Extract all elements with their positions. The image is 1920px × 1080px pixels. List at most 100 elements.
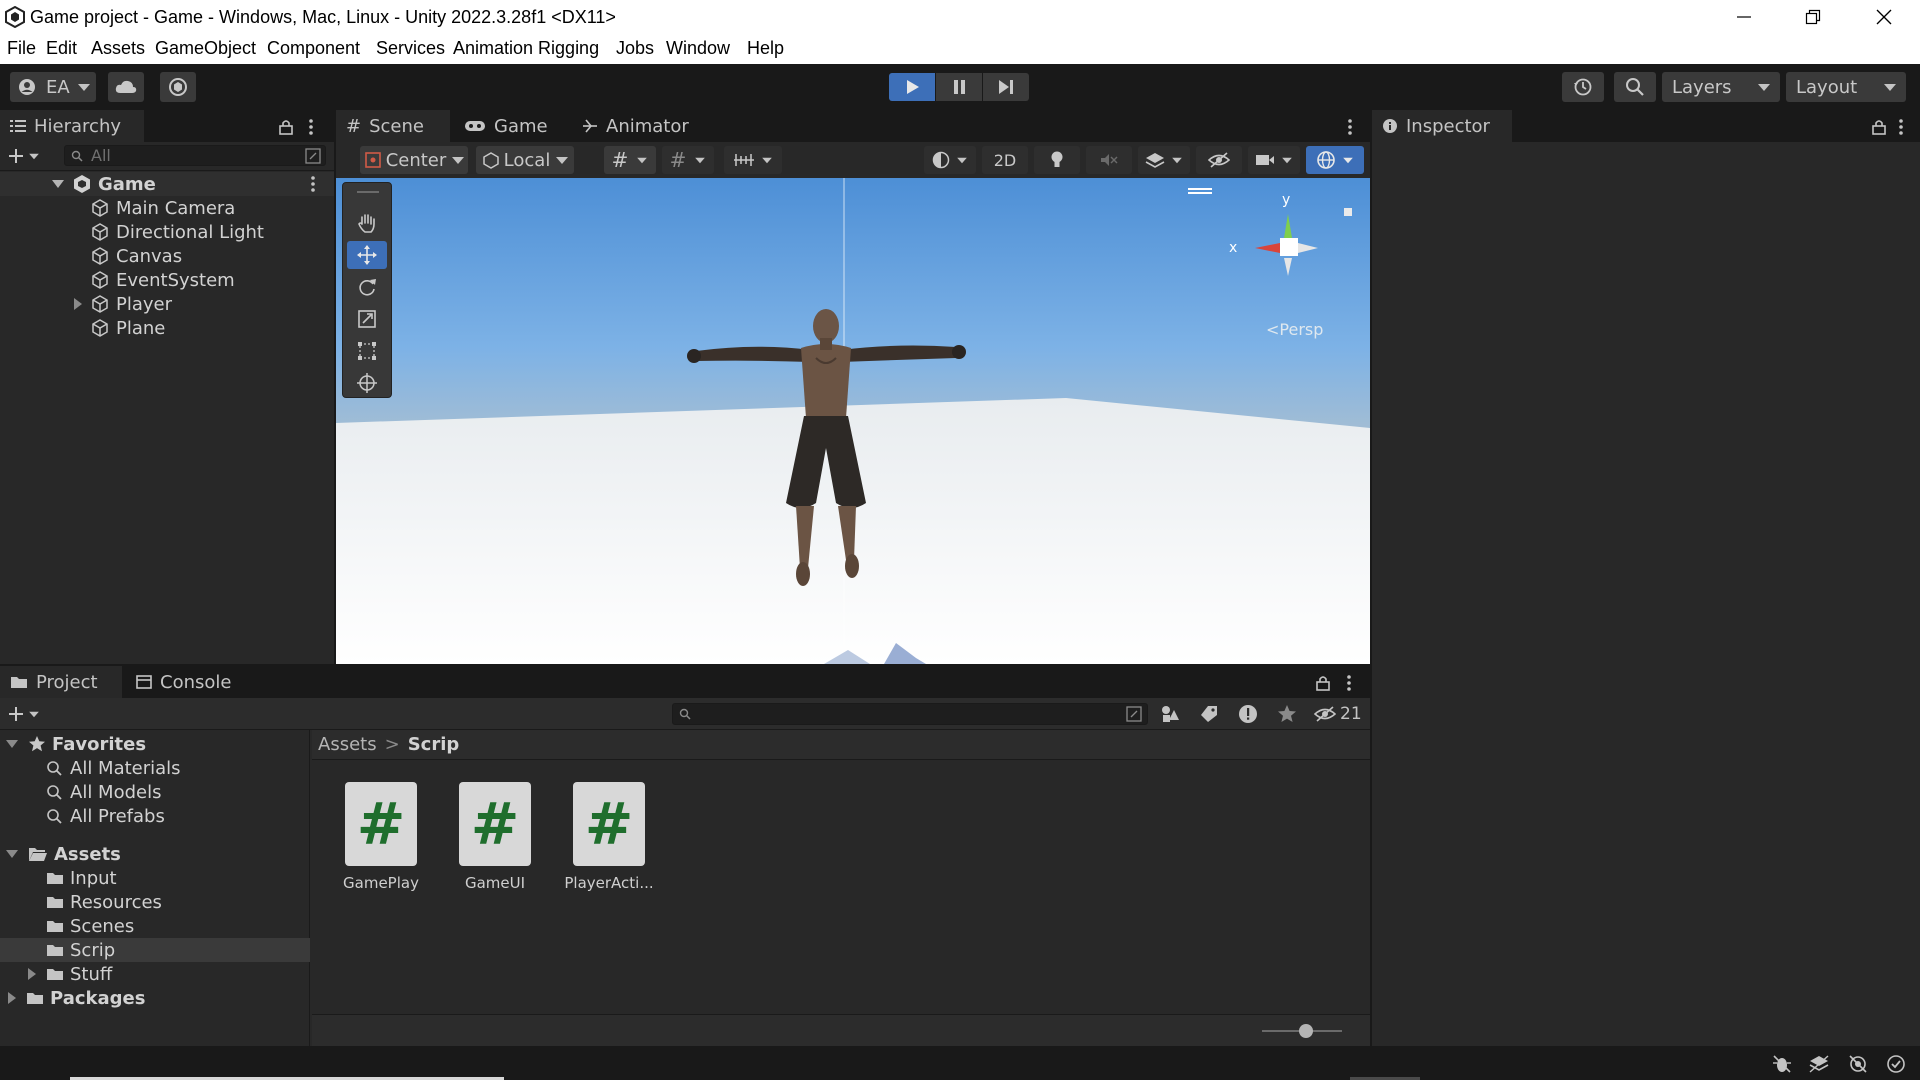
undo-history-button[interactable] — [1562, 72, 1604, 102]
warning-circle-icon[interactable] — [1238, 704, 1258, 724]
play-button[interactable] — [889, 73, 935, 101]
hierarchy-item[interactable]: Main Camera — [0, 196, 334, 220]
breadcrumb-current[interactable]: Scrip — [408, 734, 460, 755]
asset-folder-selected[interactable]: Scrip — [0, 938, 310, 962]
pause-button[interactable] — [936, 73, 982, 101]
project-create-dropdown[interactable] — [8, 704, 44, 724]
rotate-tool-button[interactable] — [347, 273, 387, 301]
hierarchy-item[interactable]: Canvas — [0, 244, 334, 268]
more-options-icon[interactable] — [1898, 119, 1904, 135]
layout-dropdown[interactable]: Layout — [1786, 72, 1906, 102]
expand-arrow-icon[interactable] — [28, 968, 36, 980]
pivot-mode-dropdown[interactable]: Center — [360, 146, 468, 174]
asset-folder[interactable]: Scenes — [46, 914, 134, 938]
audio-toggle[interactable] — [1086, 146, 1132, 174]
script-asset[interactable]: # PlayerActi... — [554, 782, 664, 892]
tab-console[interactable]: Console — [126, 666, 256, 698]
menu-component[interactable]: Component — [267, 38, 360, 59]
cache-server-icon[interactable] — [1808, 1054, 1830, 1074]
scale-tool-button[interactable] — [347, 305, 387, 333]
orientation-gizmo[interactable] — [1218, 200, 1358, 290]
gizmo-drag-handle[interactable] — [1188, 188, 1212, 196]
tab-game[interactable]: Game — [454, 110, 554, 142]
hierarchy-item[interactable]: EventSystem — [0, 268, 334, 292]
hand-tool-button[interactable] — [347, 209, 387, 237]
expand-arrow-icon[interactable] — [52, 180, 64, 188]
menu-animation-rigging[interactable]: Animation Rigging — [453, 38, 599, 59]
menu-edit[interactable]: Edit — [46, 38, 77, 59]
icon-size-slider-handle[interactable] — [1299, 1024, 1313, 1038]
create-dropdown[interactable] — [8, 144, 42, 168]
draw-mode-dropdown[interactable] — [924, 146, 976, 174]
menu-window[interactable]: Window — [666, 38, 730, 59]
tab-project[interactable]: Project — [0, 666, 122, 698]
menu-help[interactable]: Help — [747, 38, 784, 59]
favorites-header[interactable]: Favorites — [0, 732, 310, 756]
favorite-item[interactable]: All Models — [46, 780, 161, 804]
script-asset[interactable]: # GamePlay — [326, 782, 436, 892]
tab-scene[interactable]: # Scene — [336, 110, 450, 142]
script-asset[interactable]: # GameUI — [440, 782, 550, 892]
more-options-icon[interactable] — [1347, 119, 1353, 135]
search-button[interactable] — [1614, 72, 1656, 102]
auto-generate-lighting-off-icon[interactable] — [1848, 1054, 1868, 1074]
asset-folder[interactable]: Stuff — [0, 962, 310, 986]
collab-button[interactable] — [160, 72, 196, 102]
layers-dropdown[interactable]: Layers — [1662, 72, 1780, 102]
increment-snap-toggle[interactable] — [724, 146, 782, 174]
search-by-type-icon[interactable] — [305, 148, 321, 164]
gizmo-lock-icon[interactable] — [1344, 208, 1352, 216]
menu-services[interactable]: Services — [376, 38, 445, 59]
tab-inspector[interactable]: Inspector — [1372, 110, 1512, 142]
scene-visibility-toggle[interactable] — [1196, 146, 1242, 174]
menu-file[interactable]: File — [7, 38, 36, 59]
transform-tool-button[interactable] — [347, 369, 387, 397]
projection-mode-label[interactable]: <Persp — [1266, 320, 1323, 339]
status-check-icon[interactable] — [1886, 1054, 1906, 1074]
search-by-type-icon[interactable] — [1126, 706, 1142, 722]
lock-icon[interactable] — [1872, 119, 1886, 135]
drag-handle[interactable] — [357, 191, 379, 193]
restore-button[interactable] — [1783, 0, 1843, 34]
asset-folder[interactable]: Resources — [46, 890, 162, 914]
lock-icon[interactable] — [1316, 675, 1330, 691]
more-options-icon[interactable] — [308, 119, 314, 135]
tab-animator[interactable]: Animator — [572, 110, 692, 142]
close-button[interactable] — [1854, 0, 1914, 34]
scene-more-icon[interactable] — [310, 176, 316, 192]
lighting-toggle[interactable] — [1034, 146, 1080, 174]
favorite-item[interactable]: All Prefabs — [46, 804, 165, 828]
effects-dropdown[interactable] — [1138, 146, 1190, 174]
scene-viewport[interactable]: y x <Persp — [336, 178, 1370, 664]
debug-bug-icon[interactable] — [1772, 1054, 1792, 1074]
cloud-button[interactable] — [108, 72, 144, 102]
expand-arrow-icon[interactable] — [8, 992, 16, 1004]
step-button[interactable] — [983, 73, 1029, 101]
move-tool-button[interactable] — [347, 241, 387, 269]
rect-tool-button[interactable] — [347, 337, 387, 365]
2d-mode-toggle[interactable]: 2D — [982, 146, 1028, 174]
account-dropdown[interactable]: EA — [10, 72, 96, 102]
expand-arrow-icon[interactable] — [74, 298, 82, 310]
expand-arrow-icon[interactable] — [6, 850, 18, 858]
pivot-rotation-dropdown[interactable]: Local — [476, 146, 574, 174]
hierarchy-search-input[interactable]: All — [64, 145, 326, 166]
lock-icon[interactable] — [279, 119, 293, 135]
packages-root-folder[interactable]: Packages — [0, 986, 310, 1010]
hierarchy-item[interactable]: Directional Light — [0, 220, 334, 244]
gizmos-dropdown[interactable] — [1306, 146, 1364, 174]
more-options-icon[interactable] — [1346, 675, 1352, 691]
favorite-item[interactable]: All Materials — [46, 756, 181, 780]
favorite-star-icon[interactable] — [1277, 704, 1297, 724]
expand-arrow-icon[interactable] — [6, 740, 18, 748]
camera-settings-dropdown[interactable] — [1248, 146, 1300, 174]
hierarchy-scene-root[interactable]: Game — [0, 172, 334, 196]
minimize-button[interactable] — [1714, 0, 1774, 34]
label-tag-icon[interactable] — [1200, 705, 1218, 723]
filter-by-type-icon[interactable] — [1160, 705, 1180, 723]
hidden-packages-icon[interactable] — [1314, 705, 1336, 723]
menu-assets[interactable]: Assets — [91, 38, 145, 59]
menu-jobs[interactable]: Jobs — [616, 38, 654, 59]
hierarchy-item[interactable]: Player — [0, 292, 334, 316]
tab-hierarchy[interactable]: Hierarchy — [0, 110, 144, 142]
